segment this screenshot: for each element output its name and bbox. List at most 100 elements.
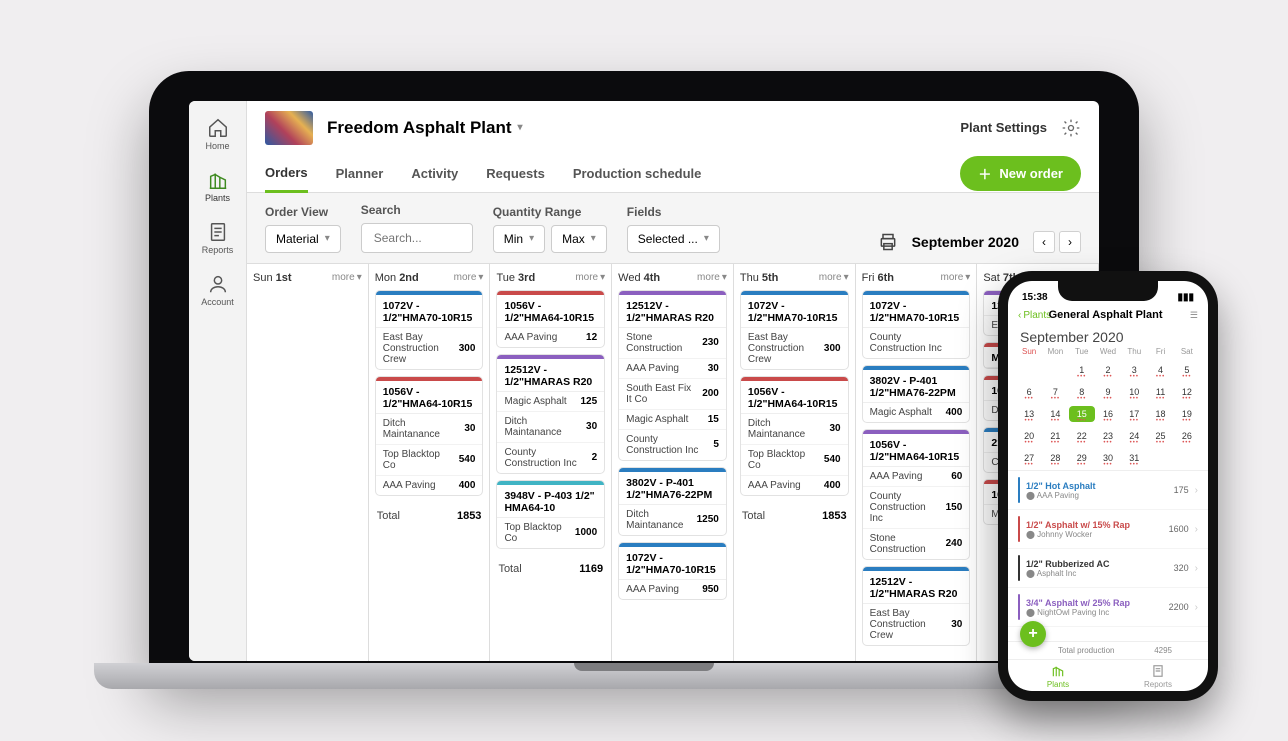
phone-cal-day[interactable]: 16••• xyxy=(1095,406,1121,422)
phone-cal-day[interactable]: 31••• xyxy=(1121,450,1147,466)
phone-cal-day[interactable]: 21••• xyxy=(1042,428,1068,444)
order-card[interactable]: 12512V - 1/2"HMARAS R20East Bay Construc… xyxy=(862,566,971,646)
qty-max-select[interactable]: Max▾ xyxy=(551,225,607,253)
next-week-button[interactable]: › xyxy=(1059,231,1081,253)
order-view-select[interactable]: Material▾ xyxy=(265,225,341,253)
order-card[interactable]: 12512V - 1/2"HMARAS R20Stone Constructio… xyxy=(618,290,727,461)
phone-cal-day[interactable] xyxy=(1147,450,1173,466)
phone-cal-day[interactable]: 5••• xyxy=(1174,362,1200,378)
phone-cal-day[interactable]: 23••• xyxy=(1095,428,1121,444)
order-card[interactable]: 1056V - 1/2"HMA64-10R15Ditch Maintanance… xyxy=(740,376,849,496)
phone-month-label: September 2020 xyxy=(1008,325,1208,347)
phone-cal-day[interactable]: 25••• xyxy=(1147,428,1173,444)
phone-list-item[interactable]: 1/2" Asphalt w/ 15% Rap⬤ Johnny Wocker 1… xyxy=(1008,510,1208,549)
nav-reports[interactable]: Reports xyxy=(189,215,246,261)
phone-cal-day[interactable]: 17••• xyxy=(1121,406,1147,422)
phone-cal-day[interactable]: 19••• xyxy=(1174,406,1200,422)
phone-cal-day[interactable]: 8••• xyxy=(1069,384,1095,400)
order-card[interactable]: 3948V - P-403 1/2" HMA64-10Top Blacktop … xyxy=(496,480,605,549)
chevron-down-icon: ▾ xyxy=(518,122,523,133)
day-more-button[interactable]: more ▾ xyxy=(940,272,970,283)
phone-list-item[interactable]: 1/2" Hot Asphalt⬤ AAA Paving 175› xyxy=(1008,471,1208,510)
new-order-button[interactable]: ＋ New order xyxy=(960,156,1081,191)
day-header: Thu 5th more ▾ xyxy=(740,268,849,290)
nav-account[interactable]: Account xyxy=(189,267,246,313)
phone-footer-reports[interactable]: Reports xyxy=(1108,664,1208,689)
phone-footer-plants[interactable]: Plants xyxy=(1008,664,1108,689)
phone-cal-day[interactable]: 24••• xyxy=(1121,428,1147,444)
plant-settings-link[interactable]: Plant Settings xyxy=(960,120,1047,135)
plant-picker[interactable]: Freedom Asphalt Plant ▾ xyxy=(327,118,523,138)
phone-cal-day[interactable]: 2••• xyxy=(1095,362,1121,378)
order-card[interactable]: 1072V - 1/2"HMA70-10R15East Bay Construc… xyxy=(375,290,484,370)
order-card[interactable]: 1072V - 1/2"HMA70-10R15East Bay Construc… xyxy=(740,290,849,370)
nav-account-label: Account xyxy=(201,297,234,307)
day-more-button[interactable]: more ▾ xyxy=(454,272,484,283)
phone-cal-day[interactable]: 20••• xyxy=(1016,428,1042,444)
day-column: Sun 1st more ▾ xyxy=(247,264,369,661)
phone-cal-day[interactable]: 13••• xyxy=(1016,406,1042,422)
print-icon[interactable] xyxy=(878,232,898,252)
day-more-button[interactable]: more ▾ xyxy=(575,272,605,283)
phone-cal-day[interactable]: 9••• xyxy=(1095,384,1121,400)
phone-cal-day[interactable]: 28••• xyxy=(1042,450,1068,466)
filters-bar: Order View Material▾ Search Quantity Ran… xyxy=(247,193,1099,264)
phone-cal-day[interactable]: 12••• xyxy=(1174,384,1200,400)
phone-cal-day[interactable] xyxy=(1042,362,1068,378)
phone-list-item[interactable]: 1/2" Rubberized AC⬤ Asphalt Inc 320› xyxy=(1008,549,1208,588)
phone-cal-day[interactable]: 26••• xyxy=(1174,428,1200,444)
phone-title: General Asphalt Plant xyxy=(1027,309,1184,321)
order-card[interactable]: 1056V - 1/2"HMA64-10R15AAA Paving60Count… xyxy=(862,429,971,560)
phone-cal-day[interactable]: 6••• xyxy=(1016,384,1042,400)
order-card[interactable]: 12512V - 1/2"HMARAS R20Magic Asphalt125D… xyxy=(496,354,605,474)
day-column: Fri 6th more ▾ 1072V - 1/2"HMA70-10R15Co… xyxy=(856,264,978,661)
qty-min-select[interactable]: Min▾ xyxy=(493,225,545,253)
tab-activity[interactable]: Activity xyxy=(411,156,458,191)
phone-cal-day[interactable]: 30••• xyxy=(1095,450,1121,466)
phone-cal-day[interactable] xyxy=(1016,362,1042,378)
fields-select[interactable]: Selected ...▾ xyxy=(627,225,720,253)
phone-cal-day[interactable]: 3••• xyxy=(1121,362,1147,378)
order-card[interactable]: 3802V - P-401 1/2"HMA76-22PMDitch Mainta… xyxy=(618,467,727,536)
order-card[interactable]: 1056V - 1/2"HMA64-10R15AAA Paving12 xyxy=(496,290,605,348)
search-input[interactable] xyxy=(372,230,462,246)
tab-requests[interactable]: Requests xyxy=(486,156,545,191)
day-more-button[interactable]: more ▾ xyxy=(819,272,849,283)
phone-cal-day[interactable]: 15••• xyxy=(1069,406,1095,422)
phone-cal-day[interactable]: 10••• xyxy=(1121,384,1147,400)
day-more-button[interactable]: more ▾ xyxy=(697,272,727,283)
tab-orders[interactable]: Orders xyxy=(265,155,308,193)
tab-planner[interactable]: Planner xyxy=(336,156,384,191)
day-column: Tue 3rd more ▾ 1056V - 1/2"HMA64-10R15AA… xyxy=(490,264,612,661)
order-card[interactable]: 1072V - 1/2"HMA70-10R15AAA Paving950 xyxy=(618,542,727,600)
phone-cal-day[interactable] xyxy=(1174,450,1200,466)
nav-home[interactable]: Home xyxy=(189,111,246,157)
order-card[interactable]: 1056V - 1/2"HMA64-10R15Ditch Maintanance… xyxy=(375,376,484,496)
nav-plants-label: Plants xyxy=(205,193,230,203)
phone-cal-day[interactable]: 18••• xyxy=(1147,406,1173,422)
phone-cal-day[interactable]: 22••• xyxy=(1069,428,1095,444)
plants-icon xyxy=(207,169,229,191)
order-card[interactable]: 1072V - 1/2"HMA70-10R15County Constructi… xyxy=(862,290,971,359)
phone-cal-day[interactable]: 4••• xyxy=(1147,362,1173,378)
phone-cal-day[interactable]: 1••• xyxy=(1069,362,1095,378)
phone-cal-day[interactable]: 29••• xyxy=(1069,450,1095,466)
order-card[interactable]: 3802V - P-401 1/2"HMA76-22PMMagic Asphal… xyxy=(862,365,971,423)
qty-label: Quantity Range xyxy=(493,205,607,219)
nav-plants[interactable]: Plants xyxy=(189,163,246,209)
page-header: Freedom Asphalt Plant ▾ Plant Settings xyxy=(247,101,1099,155)
phone-menu-icon[interactable]: ☰ xyxy=(1190,310,1198,321)
phone-cal-day[interactable]: 27••• xyxy=(1016,450,1042,466)
phone-calendar[interactable]: SunMonTueWedThuFriSat1•••2•••3•••4•••5••… xyxy=(1008,347,1208,466)
phone-cal-day[interactable]: 7••• xyxy=(1042,384,1068,400)
day-more-button[interactable]: more ▾ xyxy=(332,272,362,283)
prev-week-button[interactable]: ‹ xyxy=(1033,231,1055,253)
tab-production-schedule[interactable]: Production schedule xyxy=(573,156,702,191)
phone-cal-day[interactable]: 11••• xyxy=(1147,384,1173,400)
reports-icon xyxy=(207,221,229,243)
plant-name: Freedom Asphalt Plant xyxy=(327,118,512,138)
phone-add-button[interactable]: + xyxy=(1020,621,1046,647)
gear-icon[interactable] xyxy=(1061,118,1081,138)
phone-cal-day[interactable]: 14••• xyxy=(1042,406,1068,422)
sidebar: Home Plants Reports Account xyxy=(189,101,247,661)
